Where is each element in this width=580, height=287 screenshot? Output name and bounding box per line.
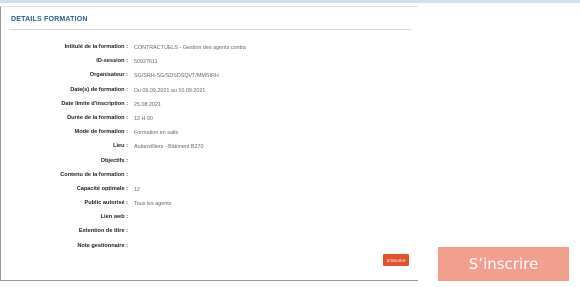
field-value: 25.08.2021	[134, 101, 161, 108]
field-row-capacity: Capacité optimale : 12	[1, 186, 419, 200]
title-divider	[9, 29, 411, 30]
field-value: Aubervilliers - Bâtiment B270	[134, 144, 204, 151]
details-panel: DETAILS FORMATION Intitulé de la formati…	[0, 6, 418, 281]
field-label: Extention de titre :	[78, 228, 128, 235]
details-list: Intitulé de la formation : CONTRACTUELS …	[1, 44, 419, 257]
field-value: 12 H 00	[134, 115, 153, 122]
register-callout-button[interactable]: S’inscrire	[438, 247, 569, 281]
field-row-manager-note: Note gestionnaire :	[1, 243, 419, 257]
field-value: Formation en salle	[134, 130, 179, 137]
field-row-duration: Durée de la formation : 12 H 00	[1, 115, 419, 129]
field-row-mode: Mode de formation : Formation en salle	[1, 129, 419, 143]
field-row-organizer: Organisateur : SG/SRH-SG/SDSDSQVT/MMSIRH	[1, 72, 419, 86]
field-row-dates: Date(s) de formation : Du 09.09.2021 au …	[1, 87, 419, 101]
field-row-session-id: ID-session : 50927611	[1, 58, 419, 72]
field-label: Durée de la formation :	[67, 114, 128, 121]
field-label: Contenu de la formation :	[60, 171, 128, 178]
field-label: Lien web :	[100, 214, 128, 221]
field-value: Tous les agents	[134, 201, 172, 208]
field-row-deadline: Date limite d'inscription : 25.08.2021	[1, 101, 419, 115]
field-label: ID-session :	[96, 58, 128, 65]
field-label: Mode de formation :	[74, 129, 128, 136]
field-label: Capacité optimale :	[76, 185, 128, 192]
field-value: Du 09.09.2021 au 10.09.2021	[134, 87, 206, 94]
field-row-title-extension: Extention de titre :	[1, 228, 419, 242]
field-label: Public autorisé :	[84, 200, 128, 207]
field-label: Date limite d'inscription :	[61, 100, 128, 107]
field-row-content: Contenu de la formation :	[1, 172, 419, 186]
top-border	[0, 0, 580, 3]
field-row-location: Lieu : Aubervilliers - Bâtiment B270	[1, 143, 419, 157]
field-value: CONTRACTUELS - Gestion des agents contra	[134, 45, 246, 51]
field-value: 12	[134, 186, 140, 193]
field-label: Organisateur :	[89, 72, 128, 79]
register-button[interactable]: S'inscrire	[383, 254, 409, 266]
field-label: Date(s) de formation :	[70, 86, 128, 93]
field-label: Intitulé de la formation :	[64, 44, 128, 50]
field-label: Lieu :	[113, 143, 128, 150]
field-row-objectives: Objectifs :	[1, 158, 419, 172]
field-row-audience: Public autorisé : Tous les agents	[1, 200, 419, 214]
panel-title: DETAILS FORMATION	[11, 16, 88, 23]
field-value: 50927611	[134, 59, 158, 66]
field-row-title: Intitulé de la formation : CONTRACTUELS …	[1, 44, 419, 58]
field-label: Note gestionnaire :	[77, 242, 128, 249]
field-value: SG/SRH-SG/SDSDSQVT/MMSIRH	[134, 73, 219, 80]
field-label: Objectifs :	[100, 157, 128, 164]
field-row-web-link: Lien web :	[1, 214, 419, 228]
